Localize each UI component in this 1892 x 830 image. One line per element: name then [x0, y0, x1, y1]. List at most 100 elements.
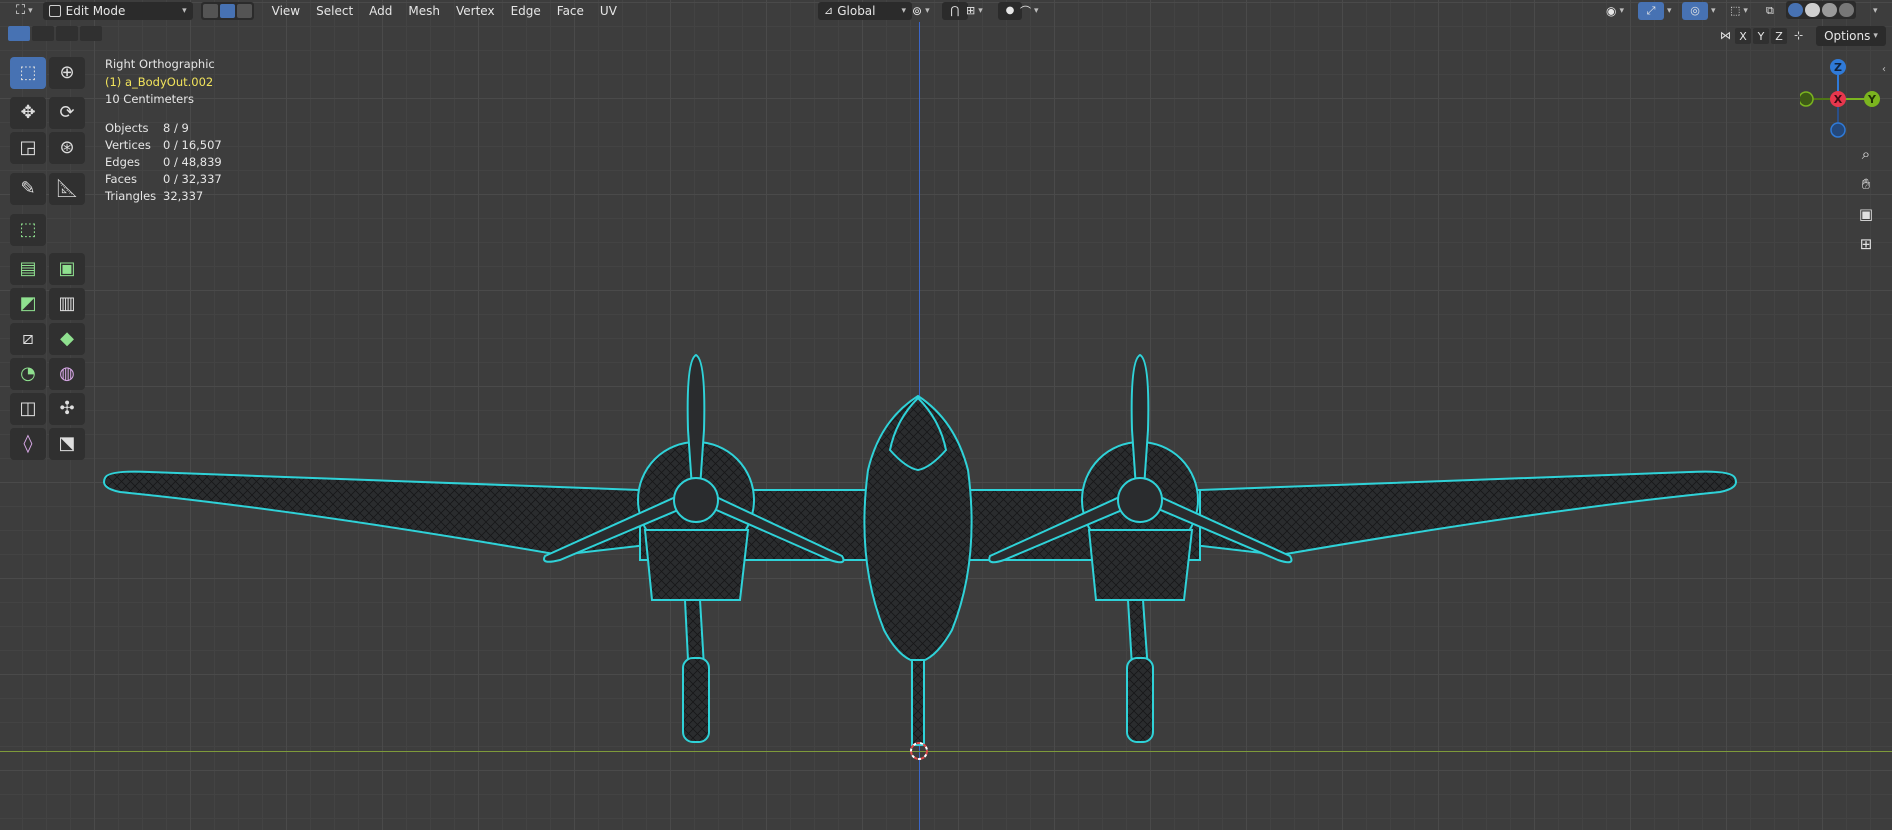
chevron-left-icon: ‹	[1882, 64, 1886, 75]
neg-y-handle[interactable]	[1800, 91, 1814, 107]
select-new-icon[interactable]	[8, 26, 30, 41]
rip-icon: ⬔	[58, 433, 76, 454]
options-dropdown[interactable]: Options ▾	[1816, 26, 1886, 46]
aircraft-mesh[interactable]	[0, 0, 1892, 830]
mesh-overlay-icon: ⬚	[1730, 4, 1741, 17]
face-select-icon[interactable]	[236, 3, 252, 18]
grid-icon: ⊞	[1859, 235, 1873, 253]
spin-tool[interactable]: ◔	[10, 358, 46, 390]
edge-slide-tool[interactable]: ◫	[10, 393, 46, 425]
inset-tool[interactable]: ▣	[49, 253, 85, 285]
snap-increment-icon: ⊞	[966, 4, 976, 17]
eye-icon: ◉	[1606, 3, 1617, 18]
menu-edge[interactable]: Edge	[503, 2, 549, 20]
rotate-tool[interactable]: ⟳	[49, 97, 85, 129]
add-cube-icon: ⬚	[19, 219, 37, 240]
gizmo-dropdown[interactable]: ▾	[1658, 2, 1678, 20]
menu-view[interactable]: View	[264, 2, 308, 20]
z-handle[interactable]: Z	[1830, 59, 1846, 75]
xray-toggle[interactable]: ⧉	[1760, 2, 1780, 20]
transform-orientation-dropdown[interactable]: ⊿ Global ▾	[818, 1, 912, 20]
annotate-tool[interactable]: ✎	[10, 173, 46, 205]
rip-region-tool[interactable]: ⬔	[49, 428, 85, 460]
loop-cut-tool[interactable]: ▥	[49, 288, 85, 320]
viewport-info: Right Orthographic (1) a_BodyOut.002 10 …	[105, 56, 215, 109]
cursor-tool[interactable]: ⊕	[49, 57, 85, 89]
measure-tool[interactable]: 📐︎	[49, 173, 85, 205]
zoom-button[interactable]: ⌕	[1852, 140, 1880, 168]
edge-select-icon[interactable]	[219, 3, 235, 18]
sidebar-toggle-chevron[interactable]: ‹	[1882, 64, 1886, 75]
x-handle[interactable]: X	[1830, 91, 1846, 107]
shrink-fatten-tool[interactable]: ✣	[49, 393, 85, 425]
stat-row: Triangles 32,337	[105, 188, 222, 205]
stat-row: Vertices 0 / 16,507	[105, 137, 222, 154]
gizmo-icon: ⤢	[1646, 3, 1656, 17]
select-subtract-icon[interactable]	[56, 26, 78, 41]
inset-icon: ▣	[58, 258, 76, 279]
y-handle[interactable]: Y	[1864, 91, 1880, 107]
camera-view-button[interactable]: ▣	[1852, 200, 1880, 228]
mode-dropdown[interactable]: Edit Mode ▾	[42, 1, 193, 20]
zoom-magnifier-icon: ⌕	[1861, 145, 1871, 163]
pencil-icon: ✎	[20, 178, 36, 199]
menu-mesh[interactable]: Mesh	[400, 2, 448, 20]
navigation-gizmo[interactable]: Z X Y	[1800, 56, 1890, 146]
stat-value: 32,337	[163, 189, 204, 203]
mirror-z-toggle[interactable]: Z	[1771, 28, 1787, 44]
poly-build-tool[interactable]: ◆	[49, 323, 85, 355]
editor-type-button[interactable]: ⛶ ▾	[10, 2, 39, 20]
knife-tool[interactable]: ⧄	[10, 323, 46, 355]
snap-target-button[interactable]: ⊞ ▾	[960, 2, 989, 20]
chevron-down-icon: ▾	[1873, 31, 1878, 41]
mesh-overlays-button[interactable]: ⬚ ▾	[1724, 2, 1754, 20]
magnet-icon: ⋂	[950, 4, 960, 17]
overlays-icon: ◎	[1690, 4, 1700, 17]
stat-row: Objects 8 / 9	[105, 120, 222, 137]
stat-label: Triangles	[105, 189, 157, 203]
mirror-x-toggle[interactable]: X	[1735, 28, 1751, 44]
pivot-icon: ⊚	[912, 3, 923, 18]
smooth-tool[interactable]: ◍	[49, 358, 85, 390]
shading-dropdown[interactable]: ▾	[1864, 2, 1884, 20]
neg-z-handle[interactable]	[1830, 122, 1846, 138]
mirror-y-toggle[interactable]: Y	[1753, 28, 1769, 44]
vertex-select-icon[interactable]	[202, 3, 218, 18]
pivot-point-button[interactable]: ⊚ ▾	[906, 2, 936, 20]
select-intersect-icon[interactable]	[80, 26, 102, 41]
wireframe-shading-icon[interactable]	[1788, 3, 1803, 17]
auto-merge-button[interactable]: ⊹	[1790, 26, 1807, 44]
shear-tool[interactable]: ◊	[10, 428, 46, 460]
bevel-tool[interactable]: ◩	[10, 288, 46, 320]
menu-vertex[interactable]: Vertex	[448, 2, 503, 20]
menu-uv[interactable]: UV	[592, 2, 625, 20]
mirror-icon-button[interactable]: ⋈	[1716, 26, 1735, 44]
menu-add[interactable]: Add	[361, 2, 400, 20]
mirror-axes: X Y Z	[1735, 28, 1787, 44]
rendered-shading-icon[interactable]	[1839, 3, 1854, 17]
select-box-tool[interactable]: ⬚	[10, 57, 46, 89]
solid-shading-icon[interactable]	[1805, 3, 1820, 17]
pan-button[interactable]: ✋︎	[1852, 170, 1880, 198]
transform-icon: ⊛	[59, 137, 75, 158]
overlays-dropdown[interactable]: ▾	[1702, 2, 1722, 20]
edge-slide-icon: ◫	[19, 398, 37, 419]
bevel-icon: ◩	[19, 293, 37, 314]
select-extend-icon[interactable]	[32, 26, 54, 41]
perspective-toggle-button[interactable]: ⊞	[1852, 230, 1880, 258]
visibility-button[interactable]: ◉ ▾	[1600, 2, 1630, 20]
knife-icon: ⧄	[22, 328, 34, 349]
material-shading-icon[interactable]	[1822, 3, 1837, 17]
extrude-icon: ▤	[19, 258, 37, 279]
transform-tool[interactable]: ⊛	[49, 132, 85, 164]
move-tool[interactable]: ✥	[10, 97, 46, 129]
add-cube-tool[interactable]: ⬚	[10, 214, 46, 246]
scale-tool[interactable]: ◲	[10, 132, 46, 164]
grid-scale: 10 Centimeters	[105, 92, 194, 106]
menu-face[interactable]: Face	[549, 2, 592, 20]
menu-select[interactable]: Select	[308, 2, 361, 20]
active-object-name: (1) a_BodyOut.002	[105, 74, 214, 89]
chevron-down-icon: ▾	[1711, 5, 1716, 16]
extrude-tool[interactable]: ▤	[10, 253, 46, 285]
falloff-button[interactable]: ⌒ ▾	[1014, 2, 1045, 20]
